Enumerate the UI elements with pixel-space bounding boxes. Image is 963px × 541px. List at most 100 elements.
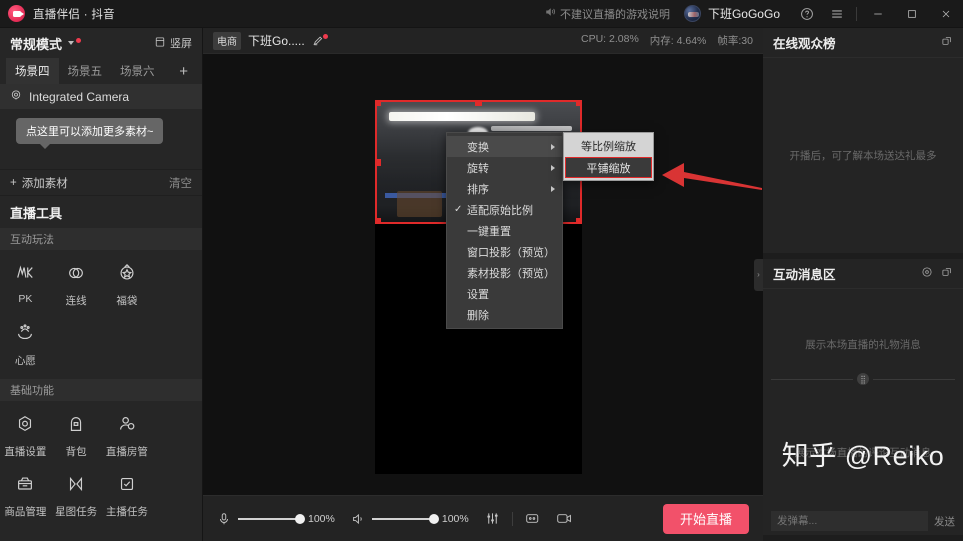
close-button[interactable] — [929, 0, 963, 28]
speaker-icon[interactable] — [351, 512, 365, 526]
user-avatar[interactable] — [683, 5, 701, 22]
drag-grip-icon[interactable]: ⣿ — [857, 373, 869, 385]
scene-tab-0[interactable]: 场景四 — [6, 58, 59, 84]
add-source-button[interactable]: + 添加素材 — [10, 175, 68, 191]
resize-handle-tl[interactable] — [377, 102, 381, 106]
gear-icon[interactable] — [921, 266, 933, 281]
scene-tab-label: 场景六 — [120, 66, 155, 78]
tool-grid-basic: 直播设置 背包 直播房管 商品管理 星图任务 主播任务 — [0, 401, 202, 530]
tool-pk[interactable]: PK — [0, 257, 51, 317]
tool-room-admin[interactable]: 直播房管 — [102, 408, 153, 468]
message-input[interactable] — [771, 511, 928, 531]
popout-icon[interactable] — [941, 266, 953, 281]
tool-anchor-task[interactable]: 主播任务 — [102, 468, 153, 528]
scene-tabs: 场景四 场景五 场景六 + — [0, 58, 202, 84]
ctx-item-settings[interactable]: 设置 — [447, 283, 562, 304]
audio-mixer-icon[interactable] — [485, 511, 500, 526]
app-window: 直播伴侣 · 抖音 不建议直播的游戏说明 下班GoGoGo 常规模式 竖屏 场景… — [0, 0, 963, 541]
sidebar-header: 常规模式 竖屏 — [0, 28, 202, 58]
anchor-task-icon — [116, 474, 138, 499]
ctx-label: 旋转 — [467, 162, 489, 175]
tool-label: 主播任务 — [105, 506, 148, 518]
source-item-integrated-camera[interactable]: Integrated Camera — [0, 84, 202, 109]
titlebar-icon-group — [792, 0, 963, 28]
messages-panel-header: 互动消息区 — [763, 259, 963, 289]
tool-label: 福袋 — [116, 295, 138, 307]
link-icon — [65, 263, 87, 288]
ctx-label: 窗口投影（预览） — [467, 246, 555, 259]
ctx-item-transform[interactable]: 变换 — [447, 136, 562, 157]
scene-tab-label: 场景五 — [67, 66, 103, 78]
pencil-edit-icon[interactable] — [312, 33, 328, 47]
camera-toggle-icon[interactable] — [556, 511, 573, 526]
scene-object-1 — [397, 190, 442, 218]
app-logo-icon — [8, 5, 25, 22]
tool-product-mgmt[interactable]: 商品管理 — [0, 468, 51, 528]
screen-share-icon[interactable] — [525, 511, 542, 526]
tool-live-settings[interactable]: 直播设置 — [0, 408, 51, 468]
ctx-item-reset[interactable]: 一键重置 — [447, 220, 562, 241]
app-title: 直播伴侣 · 抖音 — [33, 8, 115, 21]
orientation-toggle[interactable]: 竖屏 — [154, 35, 192, 51]
messages-panel-title: 互动消息区 — [773, 268, 836, 282]
ctx-item-source-projection[interactable]: 素材投影（预览） — [447, 262, 562, 283]
speaker-volume-slider[interactable] — [371, 513, 439, 524]
clear-sources-button[interactable]: 清空 — [169, 175, 192, 191]
mode-selector[interactable]: 常规模式 — [10, 34, 82, 53]
ctx-item-order[interactable]: 排序 — [447, 178, 562, 199]
tool-backpack[interactable]: 背包 — [51, 408, 102, 468]
mic-volume-group: 100% — [217, 512, 335, 526]
submenu-item-tile-scale[interactable]: 平铺缩放 — [565, 157, 652, 178]
tool-link[interactable]: 连线 — [51, 257, 102, 317]
slider-knob[interactable] — [428, 513, 439, 524]
chevron-down-icon — [68, 41, 75, 45]
tool-giftbag[interactable]: 福袋 — [102, 257, 153, 317]
send-button[interactable]: 发送 — [934, 514, 955, 529]
popout-icon[interactable] — [941, 35, 953, 50]
mic-volume-slider[interactable] — [238, 513, 305, 524]
panel-split-handle[interactable]: ⣿ — [763, 373, 963, 385]
room-title: 下班Go..... — [248, 34, 305, 48]
messages-header-icons — [921, 266, 953, 281]
submenu-item-proportional-scale[interactable]: 等比例缩放 — [564, 135, 653, 157]
source-context-menu[interactable]: 变换 旋转 排序 ✓ 适配原始比例 一键重置 窗口投影（预览） 素材投影（预览）… — [446, 132, 563, 329]
resize-handle-bl[interactable] — [377, 218, 381, 222]
speaker-volume-group: 100% — [351, 512, 469, 526]
resize-handle-ml[interactable] — [377, 158, 381, 166]
maximize-button[interactable] — [895, 0, 929, 28]
start-live-button[interactable]: 开始直播 — [663, 503, 749, 534]
tool-star-task[interactable]: 星图任务 — [51, 468, 102, 528]
slider-knob[interactable] — [295, 513, 305, 524]
minimize-button[interactable] — [861, 0, 895, 28]
ctx-item-rotate[interactable]: 旋转 — [447, 157, 562, 178]
message-send-row: 发送 — [763, 507, 963, 535]
source-actions-row: + 添加素材 清空 — [0, 169, 202, 196]
scene-tab-2[interactable]: 场景六 — [111, 58, 164, 84]
ctx-item-window-projection[interactable]: 窗口投影（预览） — [447, 241, 562, 262]
add-scene-button[interactable]: + — [171, 58, 196, 84]
game-notice-link[interactable]: 不建议直播的游戏说明 — [544, 6, 670, 22]
resize-handle-br[interactable] — [576, 218, 580, 222]
ctx-item-fit-original-ratio[interactable]: ✓ 适配原始比例 — [447, 199, 562, 220]
stat-cpu: CPU: 2.08% — [581, 33, 639, 45]
resize-handle-tc[interactable] — [475, 102, 482, 106]
collapse-right-panel-button[interactable]: › — [754, 258, 763, 291]
title-bar: 直播伴侣 · 抖音 不建议直播的游戏说明 下班GoGoGo — [0, 0, 963, 28]
tool-wish[interactable]: 心愿 — [0, 317, 51, 377]
ctx-item-delete[interactable]: 删除 — [447, 304, 562, 325]
preview-canvas[interactable]: 变换 旋转 排序 ✓ 适配原始比例 一键重置 窗口投影（预览） 素材投影（预览）… — [203, 54, 763, 495]
transform-submenu[interactable]: 等比例缩放 平铺缩放 — [563, 132, 654, 181]
tool-grid-interactive: PK 连线 福袋 心愿 — [0, 250, 202, 379]
resize-handle-tr[interactable] — [576, 102, 580, 106]
source-list: Integrated Camera — [0, 84, 202, 109]
ctx-label: 适配原始比例 — [467, 204, 533, 217]
tool-label: 商品管理 — [4, 506, 47, 518]
microphone-icon[interactable] — [217, 512, 231, 526]
source-item-label: Integrated Camera — [29, 89, 130, 104]
gift-message-placeholder: 展示本场直播的礼物消息 — [805, 339, 921, 351]
right-panel: 在线观众榜 开播后，可了解本场送达礼最多 互动消息区 展示本场直播的礼物消息 ⣿… — [763, 28, 963, 541]
checkmark-icon: ✓ — [454, 204, 463, 215]
help-icon[interactable] — [792, 0, 822, 28]
scene-tab-1[interactable]: 场景五 — [59, 58, 112, 84]
hamburger-menu-icon[interactable] — [822, 0, 852, 28]
